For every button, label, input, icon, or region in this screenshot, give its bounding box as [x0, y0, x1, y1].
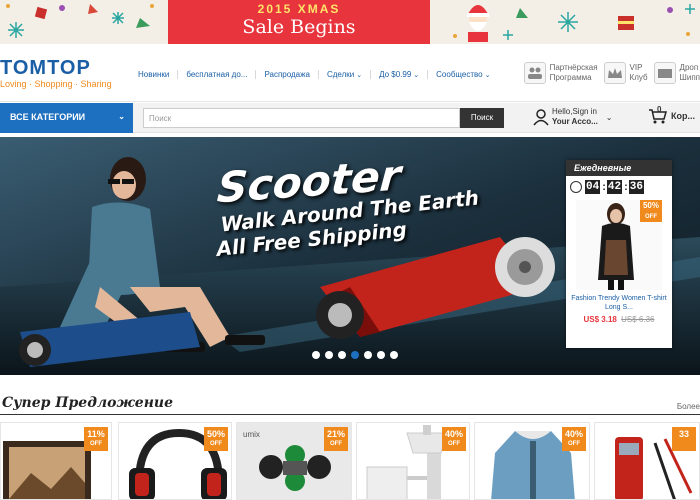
deal-product-image[interactable]: 50% OFF	[576, 200, 662, 290]
timer-minutes: 42	[606, 180, 623, 194]
chevron-down-icon: ⌄	[118, 112, 125, 121]
countdown-timer: 04: 42: 36	[570, 180, 672, 194]
price-old: US$ 6.36	[621, 315, 655, 324]
discount-badge: 40% OFF	[442, 427, 466, 451]
product-card[interactable]: 40% OFF	[474, 422, 590, 500]
daily-deal-header: Ежедневные	[566, 160, 672, 176]
product-card[interactable]: 33	[594, 422, 700, 500]
account-greeting: Hello,Sign in	[552, 107, 597, 116]
santa-icon	[467, 5, 489, 42]
discount-badge: 40% OFF	[562, 427, 586, 451]
nav-label: Новинки	[138, 70, 170, 79]
promo-banner[interactable]: 2015 XMAS Sale Begins	[0, 0, 700, 44]
timer-seconds: 36	[628, 180, 644, 194]
product-card[interactable]: 50% OFF	[118, 422, 232, 500]
discount-badge: 50% OFF	[640, 200, 662, 222]
crown-icon	[603, 62, 626, 84]
daily-deal-card[interactable]: Ежедневные 04: 42: 36 50% OFF Fashion Tr…	[566, 160, 672, 348]
header-links: Партнёрская Программа VIP Клуб Дроп Шипп	[518, 62, 700, 84]
discount-badge: 33	[672, 427, 696, 451]
account-label: Your Acco...	[552, 117, 598, 126]
deal-product-name[interactable]: Fashion Trendy Women T-shirt Long S...	[570, 294, 668, 312]
main-nav: Новинки бесплатная до... Распродажа Сдел…	[130, 70, 499, 79]
carousel-dot[interactable]	[390, 351, 398, 359]
site-header: TOMTOP Loving · Shopping · Sharing Новин…	[0, 44, 700, 102]
carousel-dot[interactable]	[338, 351, 346, 359]
affiliate-link[interactable]: Партнёрская Программа	[523, 62, 598, 84]
chevron-down-icon: ⌄	[413, 72, 420, 79]
more-link[interactable]: Более	[677, 402, 700, 411]
search-input[interactable]: Поиск	[143, 108, 460, 128]
discount-badge: 50% OFF	[204, 427, 228, 451]
promo-year: 2015	[257, 2, 293, 16]
discount-off: OFF	[645, 214, 657, 220]
nav-label: Сделки	[326, 70, 355, 79]
dropship-line2: Шипп	[679, 73, 700, 82]
nav-label: Сообщество	[436, 70, 483, 79]
carousel-dots	[312, 351, 403, 359]
promo-center: 2015 XMAS Sale Begins	[168, 0, 430, 44]
site-logo[interactable]: TOMTOP Loving · Shopping · Sharing	[0, 58, 112, 89]
deal-price: US$ 3.18 US$ 6.36	[566, 315, 672, 324]
logo-name: TOMTOP	[0, 57, 91, 79]
promo-xmas: XMAS	[297, 2, 341, 16]
discount-badge: 21% OFF	[324, 427, 348, 451]
vip-link[interactable]: VIP Клуб	[603, 62, 648, 84]
vip-line1: VIP	[629, 63, 643, 72]
dropship-line1: Дроп	[679, 63, 699, 72]
account-menu[interactable]: Hello,Sign in Your Acco... ⌄	[533, 107, 613, 127]
carousel-dot[interactable]	[351, 351, 359, 359]
search-placeholder: Поиск	[149, 114, 172, 123]
affiliate-line1: Партнёрская	[549, 63, 598, 72]
cart-button[interactable]: 0 Кор...	[648, 105, 695, 124]
clock-icon	[570, 181, 582, 193]
product-row: 11% OFF 50% OFF umix 21% OFF 40% OFF 40%…	[0, 422, 700, 500]
super-offers-header: Супер Предложение Более	[0, 395, 700, 415]
dropship-link[interactable]: Дроп Шипп	[653, 62, 700, 84]
nav-label: бесплатная до...	[186, 70, 248, 79]
carousel-dot[interactable]	[312, 351, 320, 359]
nav-label: До $0.99	[379, 70, 412, 79]
cart-label: Кор...	[671, 111, 695, 121]
nav-community[interactable]: Сообщество ⌄	[427, 70, 498, 79]
chevron-down-icon: ⌄	[484, 72, 491, 79]
affiliate-line2: Программа	[549, 73, 592, 82]
promo-sale-text: Sale Begins	[242, 16, 356, 38]
affiliate-icon	[523, 62, 546, 84]
product-card[interactable]: 40% OFF	[356, 422, 470, 500]
search-button[interactable]: Поиск	[460, 108, 504, 128]
chevron-down-icon: ⌄	[356, 72, 363, 79]
chevron-down-icon: ⌄	[605, 112, 613, 122]
nav-new[interactable]: Новинки	[130, 70, 177, 79]
nav-deals[interactable]: Сделки ⌄	[317, 70, 370, 79]
search-bar: ВСЕ КАТЕГОРИИ ⌄ Поиск Поиск Hello,Sign i…	[0, 103, 700, 133]
svg-text:umix: umix	[243, 430, 260, 439]
discount-value: 50%	[642, 201, 659, 210]
timer-hours: 04	[585, 180, 601, 194]
all-categories-button[interactable]: ВСЕ КАТЕГОРИИ ⌄	[0, 103, 133, 133]
discount-badge: 11% OFF	[84, 427, 108, 451]
product-card[interactable]: 11% OFF	[0, 422, 112, 500]
nav-sale[interactable]: Распродажа	[255, 70, 318, 79]
product-card[interactable]: umix 21% OFF	[236, 422, 352, 500]
vip-line2: Клуб	[629, 73, 648, 82]
cart-count: 0	[657, 105, 662, 114]
carousel-dot[interactable]	[325, 351, 333, 359]
nav-free-shipping[interactable]: бесплатная до...	[177, 70, 255, 79]
carousel-dot[interactable]	[364, 351, 372, 359]
nav-label: Распродажа	[264, 70, 310, 79]
carousel-dot[interactable]	[377, 351, 385, 359]
super-offers-title: Супер Предложение	[2, 395, 173, 411]
nav-under-099[interactable]: До $0.99 ⌄	[370, 70, 427, 79]
dropship-icon	[653, 62, 676, 84]
logo-tagline: Loving · Shopping · Sharing	[0, 79, 112, 89]
categories-label: ВСЕ КАТЕГОРИИ	[10, 112, 86, 122]
user-icon	[533, 109, 549, 126]
price-now: US$ 3.18	[583, 315, 617, 324]
